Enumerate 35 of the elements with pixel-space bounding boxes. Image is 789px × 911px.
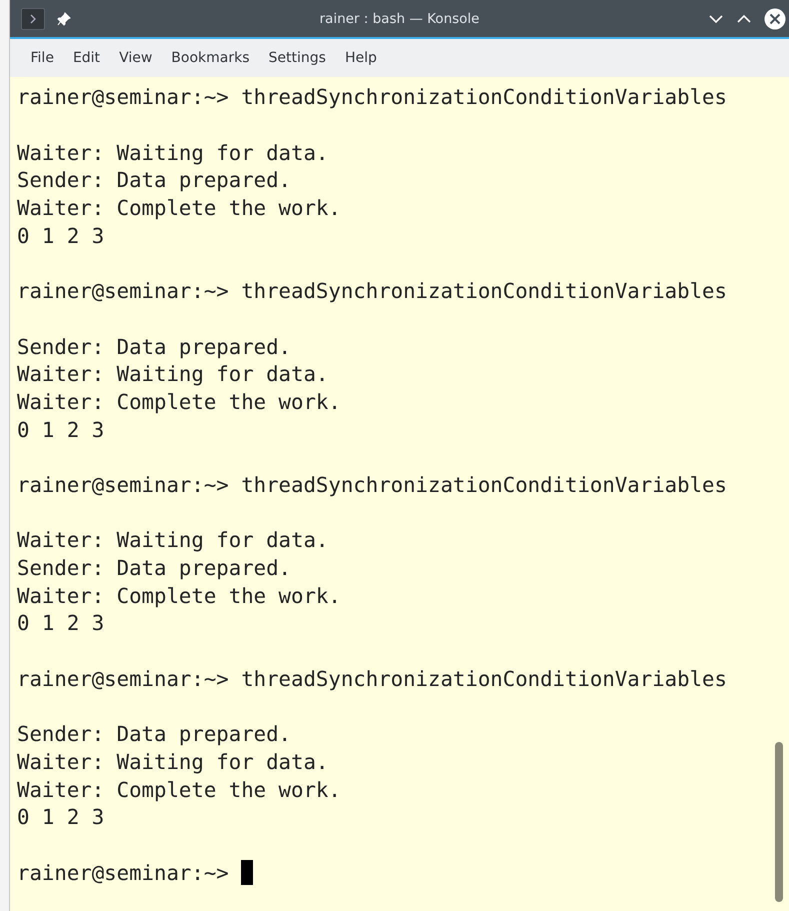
command-line: rainer@seminar:~> threadSynchronizationConditionVariables <box>17 279 727 304</box>
output-line: Waiter: Complete the work. <box>17 778 341 802</box>
menu-item[interactable]: Settings <box>259 46 336 70</box>
maximize-icon[interactable] <box>736 14 752 24</box>
output-line: 0 1 2 3 <box>17 224 104 248</box>
scrollbar-thumb[interactable] <box>775 742 783 902</box>
output-line: 0 1 2 3 <box>17 611 104 636</box>
pin-icon[interactable] <box>57 12 71 26</box>
output-line: Sender: Data prepared. <box>17 168 292 192</box>
menu-item[interactable]: Help <box>335 46 386 70</box>
output-line: Sender: Data prepared. <box>17 556 292 580</box>
menu-item[interactable]: File <box>21 46 64 70</box>
prompt-text: rainer@seminar:~> <box>17 860 229 885</box>
command-line: rainer@seminar:~> threadSynchronizationConditionVariables <box>17 85 727 110</box>
menu-item[interactable]: Edit <box>63 46 110 70</box>
minimize-icon[interactable] <box>708 14 724 24</box>
menu-item[interactable]: View <box>110 46 162 70</box>
output-line: 0 1 2 3 <box>17 418 104 442</box>
output-line: Waiter: Waiting for data. <box>17 140 328 165</box>
close-icon[interactable] <box>764 8 786 30</box>
menu-item[interactable]: Bookmarks <box>162 46 260 70</box>
window-title: rainer : bash — Konsole <box>320 10 480 26</box>
output-line: Waiter: Complete the work. <box>17 584 341 608</box>
output-line: Waiter: Waiting for data. <box>17 362 328 386</box>
output-line: 0 1 2 3 <box>17 805 104 830</box>
terminal-icon[interactable] <box>21 8 45 30</box>
output-line: Waiter: Waiting for data. <box>17 750 328 774</box>
command-line: rainer@seminar:~> threadSynchronizationConditionVariables <box>17 666 727 691</box>
text-cursor <box>240 860 253 886</box>
output-line: Sender: Data prepared. <box>17 722 292 746</box>
output-line: Waiter: Waiting for data. <box>17 528 328 552</box>
command-line: rainer@seminar:~> threadSynchronizationConditionVariables <box>17 472 727 497</box>
output-line: Sender: Data prepared. <box>17 334 292 359</box>
output-line: Waiter: Complete the work. <box>17 196 341 220</box>
output-line: Waiter: Complete the work. <box>17 390 341 414</box>
